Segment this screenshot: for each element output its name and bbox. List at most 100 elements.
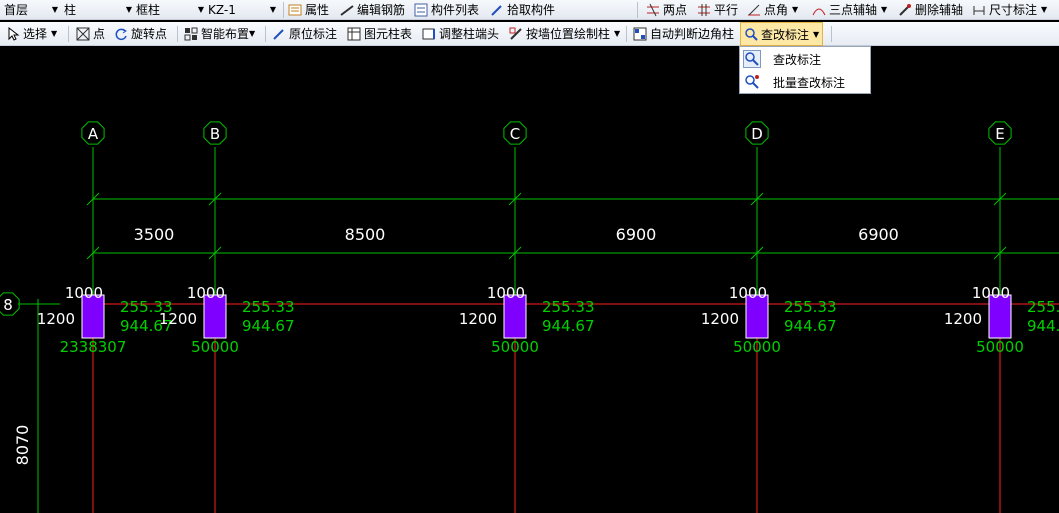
row-label: 8 — [3, 296, 13, 314]
dimension-icon — [972, 3, 986, 17]
column-top-dim: 1000 — [972, 284, 1010, 302]
toolbar-separator — [265, 26, 266, 42]
adjust-column-end-button[interactable]: 调整柱端头 — [422, 22, 499, 45]
delete-axis-button[interactable]: 删除辅轴 — [898, 0, 963, 19]
in-place-label-text: 原位标注 — [289, 27, 338, 41]
toolbar-separator — [177, 26, 178, 42]
column-right-dim: 944.67 — [542, 317, 595, 335]
column-bottom-dim: 50000 — [191, 338, 239, 356]
grid-layout-icon — [184, 27, 198, 41]
toolbar-drawing: 选择 ▼ 点 旋转点 智能布置 ▼ 原位标注 图元柱表 调整柱端头 按墙位置绘制柱 ▼… — [0, 22, 1059, 46]
grid-lines — [18, 147, 1059, 513]
toolbar-separator — [637, 2, 638, 18]
span-dimension: 3500 — [134, 225, 175, 244]
two-points-axis-icon — [646, 3, 660, 17]
toolbar-separator — [283, 2, 284, 18]
search-edit-icon — [744, 27, 758, 41]
two-points-label: 两点 — [663, 3, 688, 17]
axis-label: A — [88, 125, 99, 143]
component-select[interactable]: KZ-1 ▼ — [208, 0, 278, 19]
edit-rebar-label: 编辑钢筋 — [357, 3, 406, 17]
rebar-icon — [340, 3, 354, 17]
drawing-canvas[interactable]: A10001200255.33944.672338307B10001200255… — [0, 47, 1059, 513]
wall-position-draw-button[interactable]: 按墙位置绘制柱 ▼ — [509, 22, 620, 45]
component-list-button[interactable]: 构件列表 — [414, 0, 479, 19]
delete-axis-label: 删除辅轴 — [915, 3, 964, 17]
smart-layout-label: 智能布置 — [201, 27, 250, 41]
eyedropper-icon — [490, 3, 504, 17]
point-label: 点 — [93, 27, 106, 41]
column-right-dim: 944.6 — [1027, 317, 1059, 335]
chevron-down-icon: ▼ — [249, 29, 256, 38]
auto-corner-column-label: 自动判断边角柱 — [650, 27, 735, 41]
column-bottom-dim: 50000 — [733, 338, 781, 356]
in-place-label-button[interactable]: 原位标注 — [272, 22, 337, 45]
toolbar-separator — [626, 26, 627, 42]
subtype-select[interactable]: 框柱 ▼ — [136, 0, 206, 19]
point-angle-button[interactable]: 点角 ▼ — [747, 0, 798, 19]
auto-corner-column-button[interactable]: 自动判断边角柱 — [633, 22, 734, 45]
chevron-down-icon: ▼ — [813, 29, 820, 39]
chevron-down-icon: ▼ — [197, 5, 204, 14]
rotate-icon — [114, 27, 128, 41]
attr-button[interactable]: 属性 — [288, 0, 329, 19]
chevron-down-icon: ▼ — [881, 5, 888, 14]
parallel-label: 平行 — [714, 3, 739, 17]
pick-component-button[interactable]: 拾取构件 — [490, 0, 555, 19]
check-label-button[interactable]: 查改标注 ▼ — [740, 22, 824, 46]
menu-item-check-label[interactable]: 查改标注 — [740, 48, 870, 70]
column-left-dim: 1200 — [159, 310, 197, 328]
chevron-down-icon: ▼ — [51, 5, 58, 14]
element-table-button[interactable]: 图元柱表 — [347, 22, 412, 45]
type-value: 柱 — [64, 3, 77, 17]
edit-rebar-button[interactable]: 编辑钢筋 — [340, 0, 405, 19]
column-bottom-dim: 2338307 — [60, 338, 127, 356]
axis-label: E — [995, 125, 1004, 143]
properties-icon — [288, 3, 302, 17]
element-table-label: 图元柱表 — [364, 27, 413, 41]
column-top-dim: 1000 — [487, 284, 525, 302]
cursor-arrow-icon — [6, 26, 20, 41]
column-top-dim: 1000 — [187, 284, 225, 302]
eraser-icon — [898, 3, 912, 17]
corner-grid-icon — [633, 27, 647, 41]
column-left-dim: 1200 — [701, 310, 739, 328]
column-right-dim: 255.33 — [542, 298, 595, 316]
toolbar-top: 首层 ▼ 柱 ▼ 框柱 ▼ KZ-1 ▼ 属性 编辑钢筋 构件列表 拾取构件 两点 平行… — [0, 0, 1059, 20]
smart-layout-button[interactable]: 智能布置 ▼ — [184, 22, 255, 45]
span-dimension: 6900 — [616, 225, 657, 244]
column-right-dim: 255.33 — [242, 298, 295, 316]
menu-item-batch-check-label[interactable]: 批量查改标注 — [740, 71, 870, 93]
axis-label: C — [510, 125, 520, 143]
column-top-dim: 1000 — [729, 284, 767, 302]
axis-label: B — [210, 125, 220, 143]
menu-item-label: 批量查改标注 — [773, 75, 846, 90]
chevron-down-icon: ▼ — [269, 5, 276, 14]
batch-search-edit-icon — [743, 73, 761, 91]
column-bottom-dim: 50000 — [491, 338, 539, 356]
attr-label: 属性 — [305, 3, 330, 17]
parallel-button[interactable]: 平行 — [697, 0, 738, 19]
adjust-icon — [422, 27, 436, 41]
type-select[interactable]: 柱 ▼ — [64, 0, 134, 19]
chevron-down-icon: ▼ — [792, 5, 799, 14]
search-edit-icon — [743, 50, 761, 68]
adjust-column-end-label: 调整柱端头 — [439, 27, 500, 41]
vertical-dimension: 8070 — [13, 425, 32, 466]
component-value: KZ-1 — [208, 2, 236, 17]
column-right-dim: 255.3 — [1027, 298, 1059, 316]
column-left-dim: 1200 — [37, 310, 75, 328]
chevron-down-icon: ▼ — [614, 29, 621, 38]
point-icon — [76, 27, 90, 41]
floor-select[interactable]: 首层 ▼ — [4, 0, 60, 19]
three-point-axis-button[interactable]: 三点辅轴 ▼ — [812, 0, 887, 19]
two-points-button[interactable]: 两点 — [646, 0, 687, 19]
component-list-label: 构件列表 — [431, 3, 480, 17]
point-angle-label: 点角 — [764, 3, 789, 17]
dimension-button[interactable]: 尺寸标注 ▼ — [972, 0, 1047, 19]
point-button[interactable]: 点 — [76, 22, 105, 45]
floor-value: 首层 — [4, 3, 29, 17]
select-button[interactable]: 选择 ▼ — [6, 22, 57, 45]
rotate-point-button[interactable]: 旋转点 — [114, 22, 167, 45]
select-label: 选择 — [23, 27, 48, 41]
